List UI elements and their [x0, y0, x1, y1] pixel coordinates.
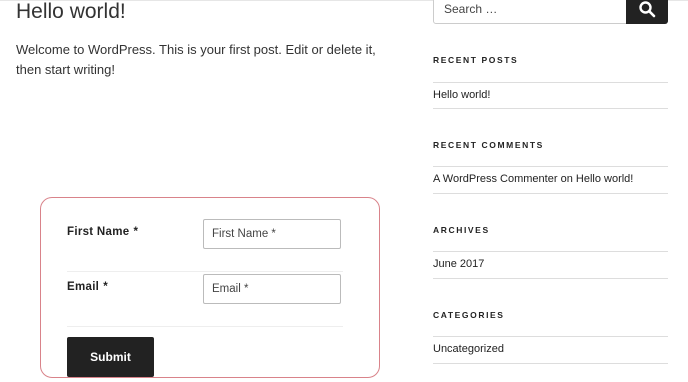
search-icon: [639, 1, 656, 18]
row-divider: [67, 326, 343, 327]
widget-divider: [433, 363, 668, 364]
widget-divider: [433, 336, 668, 337]
email-label: Email *: [67, 281, 108, 293]
required-marker: *: [133, 226, 139, 238]
first-name-label-text: First Name: [67, 226, 130, 238]
recent-comments-title: RECENT COMMENTS: [433, 140, 544, 150]
email-label-text: Email: [67, 281, 100, 293]
post-body: Welcome to WordPress. This is your first…: [16, 42, 376, 77]
submit-button[interactable]: Submit: [67, 337, 154, 377]
recent-posts-title: RECENT POSTS: [433, 55, 519, 65]
recent-comment-item: A WordPress Commenter on Hello world!: [433, 173, 633, 185]
widget-divider: [433, 108, 668, 109]
category-link[interactable]: Uncategorized: [433, 343, 504, 355]
first-name-input[interactable]: [203, 219, 341, 249]
comment-author-link[interactable]: A WordPress Commenter: [433, 173, 558, 185]
archives-title: ARCHIVES: [433, 225, 490, 235]
post-title[interactable]: Hello world!: [16, 0, 126, 24]
search-button[interactable]: [626, 0, 668, 24]
search-widget: [433, 0, 668, 24]
recent-post-link[interactable]: Hello world!: [433, 89, 490, 101]
widget-divider: [433, 193, 668, 194]
widget-divider: [433, 166, 668, 167]
email-input[interactable]: [203, 274, 341, 304]
contact-form: First Name* Email* Submit: [40, 197, 380, 378]
widget-divider: [433, 251, 668, 252]
email-row: Email *: [67, 271, 343, 327]
first-name-row: First Name *: [67, 216, 343, 272]
widget-divider: [433, 82, 668, 83]
archive-link[interactable]: June 2017: [433, 258, 484, 270]
comment-post-link[interactable]: Hello world!: [576, 173, 633, 185]
widget-divider: [433, 278, 668, 279]
page: Hello world! Welcome to WordPress. This …: [0, 0, 688, 382]
first-name-label: First Name *: [67, 226, 138, 238]
comment-connector: on: [560, 173, 573, 185]
categories-title: CATEGORIES: [433, 310, 505, 320]
required-marker: *: [103, 281, 108, 293]
